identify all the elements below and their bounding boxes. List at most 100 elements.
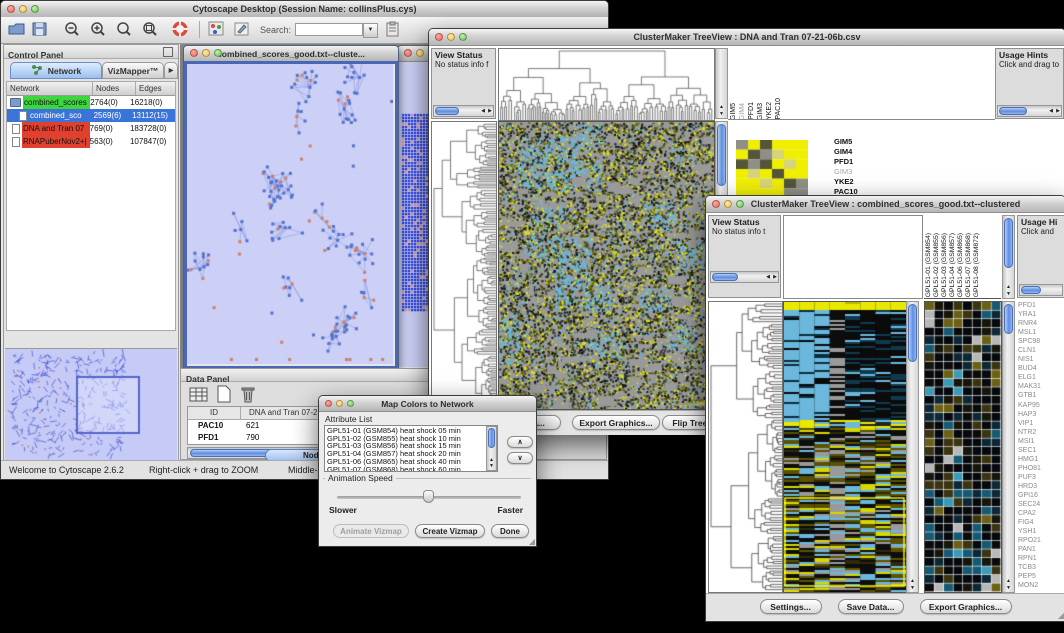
annotation-icon[interactable]: [234, 21, 251, 37]
close-button[interactable]: [404, 49, 412, 57]
help-lifering-icon[interactable]: [171, 20, 190, 39]
network-window-1[interactable]: combined_scores_good.txt--cluste...: [183, 45, 399, 368]
zoom-button[interactable]: [31, 5, 39, 13]
zoom-out-icon[interactable]: [63, 21, 81, 38]
save-icon[interactable]: [31, 21, 49, 37]
attribute-list-item[interactable]: GPL51-04 (GSM857) heat shock 20 min: [327, 450, 495, 458]
animation-slider-thumb[interactable]: [423, 490, 434, 503]
tab-network[interactable]: Network: [10, 62, 102, 79]
column-label[interactable]: GIM3: [757, 103, 764, 120]
scrollbar-thumb[interactable]: [1021, 286, 1041, 294]
gene-label[interactable]: HMG1: [1018, 455, 1064, 464]
mini-row-label[interactable]: PFD1: [834, 157, 858, 167]
gene-label[interactable]: FIG4: [1018, 518, 1064, 527]
treeview2-window[interactable]: ClusterMaker TreeView : combined_scores_…: [705, 195, 1064, 622]
treeview1-top-scrollbar[interactable]: ▲▼: [715, 48, 728, 119]
zoom-button[interactable]: [736, 200, 744, 208]
report-icon[interactable]: [385, 21, 402, 38]
gene-label[interactable]: KAP95: [1018, 401, 1064, 410]
close-button[interactable]: [325, 400, 332, 407]
column-label[interactable]: YKE2: [766, 102, 773, 120]
zoom-in-icon[interactable]: [89, 21, 107, 38]
close-button[interactable]: [435, 33, 443, 41]
gene-label[interactable]: YRA1: [1018, 310, 1064, 319]
gene-label[interactable]: HRD3: [1018, 482, 1064, 491]
tab-overflow-button[interactable]: ▶: [164, 62, 178, 79]
treeview2-heatmap-canvas[interactable]: [783, 301, 907, 593]
mini-row-label[interactable]: GIM5: [834, 137, 858, 147]
column-label[interactable]: GPL51-07 (GSM868): [965, 233, 972, 297]
move-down-button[interactable]: ∨: [507, 452, 533, 464]
close-button[interactable]: [190, 49, 198, 57]
view-status-hscrollbar[interactable]: ◀▶: [710, 271, 779, 283]
gene-label[interactable]: HAP3: [1018, 410, 1064, 419]
network-tree-row[interactable]: RNAPuberNov2+| 563(0) 107847(0): [7, 135, 175, 148]
scrollbar-thumb[interactable]: [712, 273, 738, 281]
col-nodes[interactable]: Nodes: [93, 82, 136, 95]
minimize-button[interactable]: [724, 200, 732, 208]
network-tree-row[interactable]: combined_scores 2764(0) 16218(0): [7, 96, 175, 109]
treeview1-mini-heatmap[interactable]: [736, 140, 808, 198]
mini-row-label[interactable]: YKE2: [834, 177, 858, 187]
attribute-list-scrollbar[interactable]: ▲▼: [486, 426, 497, 471]
gene-label[interactable]: PHO81: [1018, 464, 1064, 473]
gene-label[interactable]: RNR4: [1018, 319, 1064, 328]
network-tree-row[interactable]: DNA and Tran 07 769(0) 183728(0): [7, 122, 175, 135]
network-canvas[interactable]: [187, 64, 393, 364]
view-status-hscrollbar[interactable]: ◀▶: [433, 105, 494, 117]
float-panel-icon[interactable]: [163, 47, 173, 57]
gene-label[interactable]: NTR2: [1018, 428, 1064, 437]
cytoscape-titlebar[interactable]: Cytoscape Desktop (Session Name: collins…: [1, 1, 608, 18]
gene-label[interactable]: CLN1: [1018, 346, 1064, 355]
gene-label[interactable]: NIS1: [1018, 355, 1064, 364]
minimize-button[interactable]: [447, 33, 455, 41]
search-dropdown-button[interactable]: ▼: [363, 23, 378, 38]
resize-grip[interactable]: ◢: [529, 537, 535, 546]
close-button[interactable]: [7, 5, 15, 13]
gene-label[interactable]: ELG1: [1018, 373, 1064, 382]
network-tree-row[interactable]: combined_sco 2569(6) 13112(15): [7, 109, 175, 122]
attribute-list-item[interactable]: GPL51-07 (GSM868) heat shock 60 min: [327, 466, 495, 472]
resize-grip[interactable]: ◢: [1058, 611, 1064, 620]
column-label[interactable]: GPL51-02 (GSM855): [933, 233, 940, 297]
zoom-button[interactable]: [347, 400, 354, 407]
gene-label[interactable]: BUD4: [1018, 364, 1064, 373]
gene-label[interactable]: MSI1: [1018, 437, 1064, 446]
treeview1-row-dendrogram[interactable]: [431, 121, 497, 410]
gene-label[interactable]: GPI16: [1018, 491, 1064, 500]
map-colors-dialog[interactable]: Map Colors to Network Attribute List GPL…: [318, 395, 537, 547]
gene-label[interactable]: VIP1: [1018, 419, 1064, 428]
open-file-icon[interactable]: [8, 21, 26, 37]
column-label[interactable]: GIM5: [730, 103, 737, 120]
treeview2-genelist-scrollbar[interactable]: ▲▼: [1002, 301, 1015, 593]
gene-label[interactable]: RPO21: [1018, 536, 1064, 545]
minimize-button[interactable]: [202, 49, 210, 57]
map-dialog-titlebar[interactable]: Map Colors to Network: [319, 396, 536, 412]
column-label[interactable]: GIM4: [739, 103, 746, 120]
zoom-selected-icon[interactable]: [115, 21, 133, 38]
animate-vizmap-button[interactable]: Animate Vizmap: [333, 524, 409, 538]
tab-vizmapper[interactable]: VizMapper™: [102, 62, 164, 79]
save-data-button[interactable]: Save Data...: [838, 599, 904, 614]
scrollbar-thumb[interactable]: [999, 107, 1027, 115]
minimize-button[interactable]: [416, 49, 424, 57]
usage-hints-hscrollbar[interactable]: ◀▶: [997, 105, 1062, 117]
treeview2-row-dendrogram[interactable]: [708, 301, 783, 593]
gene-label[interactable]: CPA2: [1018, 509, 1064, 518]
close-button[interactable]: [712, 200, 720, 208]
column-label[interactable]: PAC10: [775, 98, 782, 120]
id-column-header[interactable]: ID: [188, 407, 241, 419]
gene-label[interactable]: MSL1: [1018, 328, 1064, 337]
settings-button[interactable]: Settings...: [760, 599, 822, 614]
new-attribute-icon[interactable]: [215, 385, 233, 404]
col-network[interactable]: Network: [7, 82, 93, 95]
attribute-list-item[interactable]: GPL51-03 (GSM856) heat shock 15 min: [327, 442, 495, 450]
gene-label[interactable]: SPC98: [1018, 337, 1064, 346]
export-graphics-button[interactable]: Export Graphics...: [920, 599, 1012, 614]
gene-label[interactable]: MAK31: [1018, 382, 1064, 391]
treeview2-heatmap-scrollbar[interactable]: ▲▼: [906, 301, 919, 593]
create-vizmap-button[interactable]: Create Vizmap: [415, 524, 485, 538]
scrollbar-thumb[interactable]: [1004, 304, 1013, 334]
gene-label[interactable]: PUF3: [1018, 473, 1064, 482]
treeview2-collabel-scrollbar[interactable]: ▲▼: [1002, 215, 1015, 299]
